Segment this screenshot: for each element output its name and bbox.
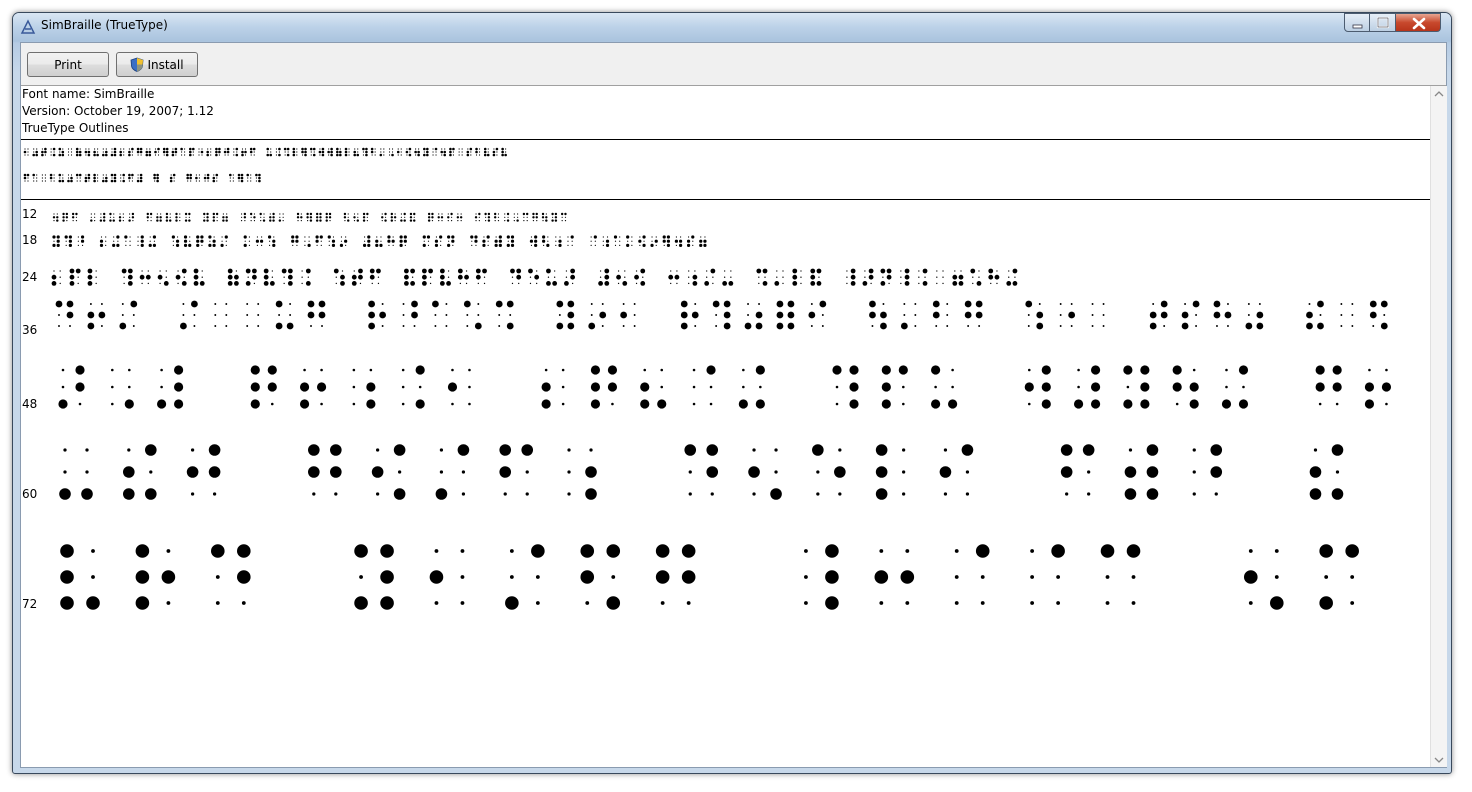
client-area: Print Install Font name: SimBraille Vers… [20,42,1447,768]
shield-icon [131,57,144,72]
window-title: SimBraille (TrueType) [41,18,168,32]
font-app-icon [20,19,36,34]
close-icon [1412,17,1426,30]
scroll-arrows-icon [1434,91,1444,763]
braille-glyph-samples [23,147,1392,610]
maximize-icon [1376,16,1390,29]
print-button-label: Print [54,57,82,72]
toolbar: Print Install [21,43,1446,86]
title-bar[interactable]: SimBraille (TrueType) [13,13,1451,41]
minimize-button[interactable] [1344,13,1370,32]
install-button-label: Install [147,57,184,72]
print-button[interactable]: Print [27,52,109,77]
font-preview-area: Font name: SimBraille Version: October 1… [21,86,1430,767]
maximize-button[interactable] [1369,13,1396,32]
install-button[interactable]: Install [116,52,198,77]
app-window: SimBraille (TrueType) Print Install Font… [12,12,1452,774]
vertical-scrollbar[interactable] [1430,86,1447,767]
close-button[interactable] [1395,13,1441,32]
minimize-icon [1352,24,1363,29]
